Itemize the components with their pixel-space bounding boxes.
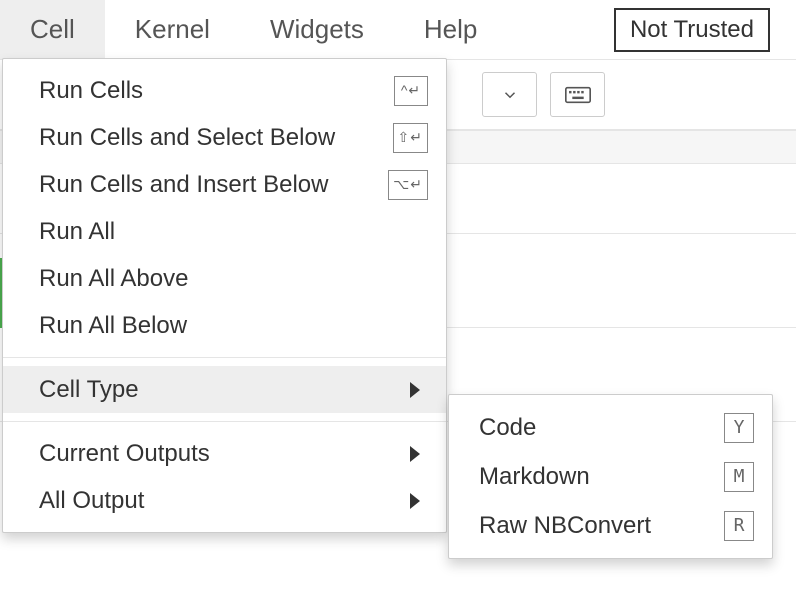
submenu-item-label: Markdown — [479, 463, 590, 491]
shortcut-key-badge: R — [724, 511, 754, 541]
menu-item-label: Run All Above — [39, 265, 188, 293]
cell-dropdown-menu: Run Cells ^↵ Run Cells and Select Below … — [2, 58, 447, 533]
menu-item-label: Cell Type — [39, 376, 139, 404]
not-trusted-label: Not Trusted — [630, 16, 754, 43]
not-trusted-button[interactable]: Not Trusted — [614, 8, 770, 52]
cell-type-dropdown-button[interactable] — [482, 72, 537, 117]
submenu-item-code[interactable]: Code Y — [449, 403, 772, 452]
menubar-item-cell[interactable]: Cell — [0, 0, 105, 59]
menubar-item-label: Cell — [30, 14, 75, 45]
menubar: Cell Kernel Widgets Help Not Trusted — [0, 0, 796, 60]
menu-divider — [3, 357, 446, 358]
menu-item-all-output[interactable]: All Output — [3, 477, 446, 524]
menu-item-run-cells-insert-below[interactable]: Run Cells and Insert Below ⌥↵ — [3, 161, 446, 208]
submenu-arrow-icon — [410, 493, 420, 509]
menubar-item-label: Widgets — [270, 14, 364, 45]
menubar-item-widgets[interactable]: Widgets — [240, 0, 394, 59]
keyboard-icon — [565, 86, 591, 104]
keyboard-shortcuts-button[interactable] — [550, 72, 605, 117]
shortcut-badge: ⌥↵ — [388, 170, 428, 200]
menu-item-label: Run All — [39, 218, 115, 246]
menu-item-cell-type[interactable]: Cell Type — [3, 366, 446, 413]
submenu-item-raw-nbconvert[interactable]: Raw NBConvert R — [449, 501, 772, 550]
submenu-item-label: Code — [479, 414, 536, 442]
menubar-item-label: Help — [424, 14, 477, 45]
submenu-arrow-icon — [410, 446, 420, 462]
submenu-arrow-icon — [410, 382, 420, 398]
submenu-item-label: Raw NBConvert — [479, 512, 651, 540]
menubar-item-label: Kernel — [135, 14, 210, 45]
menu-item-run-cells-select-below[interactable]: Run Cells and Select Below ⇧↵ — [3, 114, 446, 161]
menu-item-current-outputs[interactable]: Current Outputs — [3, 430, 446, 477]
menu-item-label: Run Cells and Insert Below — [39, 171, 328, 199]
chevron-down-icon — [501, 86, 519, 104]
shortcut-badge: ⇧↵ — [393, 123, 428, 153]
menu-item-run-all[interactable]: Run All — [3, 208, 446, 255]
trust-indicator-wrap: Not Trusted — [614, 0, 796, 59]
menubar-spacer — [507, 0, 614, 59]
menu-item-run-all-below[interactable]: Run All Below — [3, 302, 446, 349]
cell-type-submenu: Code Y Markdown M Raw NBConvert R — [448, 394, 773, 559]
menu-item-run-cells[interactable]: Run Cells ^↵ — [3, 67, 446, 114]
shortcut-badge: ^↵ — [394, 76, 428, 106]
menu-item-label: Current Outputs — [39, 440, 210, 468]
menu-item-run-all-above[interactable]: Run All Above — [3, 255, 446, 302]
menu-item-label: Run Cells and Select Below — [39, 124, 335, 152]
menu-item-label: All Output — [39, 487, 144, 515]
shortcut-key-badge: M — [724, 462, 754, 492]
menubar-item-help[interactable]: Help — [394, 0, 507, 59]
menu-item-label: Run Cells — [39, 77, 143, 105]
shortcut-key-badge: Y — [724, 413, 754, 443]
menu-item-label: Run All Below — [39, 312, 187, 340]
submenu-item-markdown[interactable]: Markdown M — [449, 452, 772, 501]
menu-divider — [3, 421, 446, 422]
menubar-item-kernel[interactable]: Kernel — [105, 0, 240, 59]
